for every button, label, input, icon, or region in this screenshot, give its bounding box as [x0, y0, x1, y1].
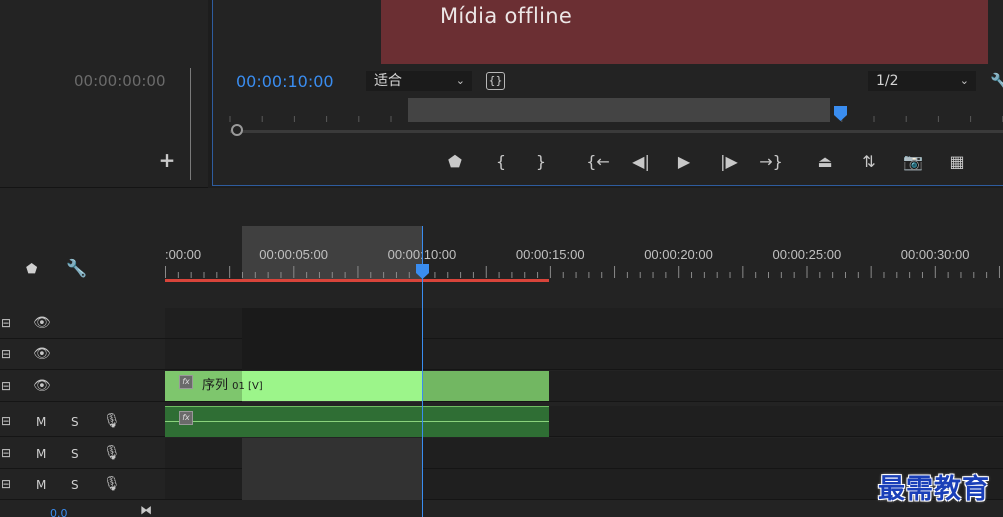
offline-media-text: Mídia offline — [440, 4, 573, 28]
program-zoom-scrollbar[interactable] — [230, 130, 1003, 133]
video-clip-work-segment — [242, 371, 423, 401]
eye-icon[interactable]: 👁 — [33, 379, 51, 393]
work-area-shade — [242, 308, 423, 339]
lift-button[interactable]: ⏏ — [812, 150, 838, 174]
mute-toggle[interactable]: M — [36, 415, 46, 429]
ruler-label: 00:00:25:00 — [773, 247, 842, 262]
chevron-down-icon: ⌄ — [455, 74, 465, 87]
audio-track-header[interactable]: ⊟ M S 🎙 — [0, 438, 165, 469]
video-track-header[interactable]: ⊟ 👁 — [0, 308, 165, 339]
zoom-handle[interactable] — [231, 124, 243, 136]
mark-in-button[interactable]: { — [488, 150, 514, 174]
track-volume-value[interactable]: 0.0 — [50, 507, 68, 517]
video-clip-suffix: 01 [V] — [232, 381, 263, 392]
track-output-icon[interactable]: ⊟ — [1, 347, 11, 361]
go-to-in-button[interactable]: {← — [585, 150, 611, 174]
mark-out-button[interactable]: } — [528, 150, 554, 174]
bowtie-icon[interactable]: ⧓ — [140, 503, 152, 517]
audio-track-header[interactable]: ⊟ M S 🎙 — [0, 406, 165, 437]
extract-button[interactable]: ⇅ — [856, 150, 882, 174]
playback-resolution-value: 1/2 — [876, 73, 899, 89]
ruler-label: :00:00 — [165, 247, 201, 262]
mute-toggle[interactable]: M — [36, 447, 46, 461]
ruler-label: 00:00:05:00 — [259, 247, 328, 262]
playback-resolution-select[interactable]: 1/2 ⌄ — [868, 71, 976, 91]
eye-icon[interactable]: 👁 — [33, 347, 51, 361]
video-clip-right-segment — [423, 371, 549, 401]
watermark: 最需教育 — [878, 474, 990, 505]
eye-icon[interactable]: 👁 — [33, 316, 51, 330]
mute-toggle[interactable]: M — [36, 478, 46, 492]
ruler-label: 00:00:20:00 — [644, 247, 713, 262]
track-output-icon[interactable]: ⊟ — [1, 316, 11, 330]
ruler-label: 00:00:15:00 — [516, 247, 585, 262]
fx-badge[interactable]: fx — [179, 375, 193, 389]
solo-toggle[interactable]: S — [71, 415, 79, 429]
solo-toggle[interactable]: S — [71, 447, 79, 461]
source-divider — [190, 68, 191, 180]
video-clip-name: 序列 — [202, 378, 229, 393]
microphone-icon[interactable]: 🎙 — [103, 414, 121, 428]
work-area-shade — [242, 339, 423, 370]
work-area-shade — [242, 469, 423, 500]
source-timecode[interactable]: 00:00:00:00 — [74, 72, 166, 90]
export-frame-button[interactable]: 📷 — [900, 150, 926, 174]
video-track-header[interactable]: ⊟ 👁 — [0, 371, 165, 402]
go-to-out-button[interactable]: →} — [758, 150, 784, 174]
microphone-icon[interactable]: 🎙 — [103, 446, 121, 460]
chevron-down-icon: ⌄ — [959, 74, 969, 87]
ruler-label: 00:00:30:00 — [901, 247, 970, 262]
wrench-icon[interactable]: 🔧 — [990, 72, 1003, 91]
step-forward-button[interactable]: |▶ — [716, 150, 742, 174]
track-output-icon[interactable]: ⊟ — [1, 379, 11, 393]
track-output-icon[interactable]: ⊟ — [1, 477, 11, 491]
zoom-fit-value: 适合 — [374, 73, 402, 89]
solo-toggle[interactable]: S — [71, 478, 79, 492]
plus-icon[interactable]: + — [158, 150, 176, 170]
play-button[interactable]: ▶ — [671, 150, 697, 174]
work-area-shade — [242, 438, 423, 469]
compare-view-button[interactable]: ▦ — [944, 150, 970, 174]
add-marker-icon[interactable]: ⬟ — [26, 262, 37, 277]
zoom-fit-select[interactable]: 适合 ⌄ — [366, 71, 472, 91]
render-bar — [165, 279, 549, 282]
audio-volume-line[interactable] — [165, 421, 549, 422]
program-in-out-range[interactable] — [408, 98, 830, 122]
video-clip-label: 序列 01 [V] — [202, 374, 263, 393]
fx-badge[interactable]: fx — [179, 411, 193, 425]
track-output-icon[interactable]: ⊟ — [1, 446, 11, 460]
video-track-header[interactable]: ⊟ 👁 — [0, 339, 165, 370]
program-timecode[interactable]: 00:00:10:00 — [236, 72, 334, 91]
track-output-icon[interactable]: ⊟ — [1, 414, 11, 428]
settings-button[interactable]: {} — [486, 72, 505, 90]
audio-track-header[interactable]: ⊟ M S 🎙 — [0, 469, 165, 500]
source-monitor-panel — [0, 0, 208, 188]
timeline-ruler[interactable]: :00:0000:00:05:0000:00:10:0000:00:15:000… — [165, 226, 1003, 282]
add-marker-button[interactable]: ⬟ — [442, 150, 468, 174]
microphone-icon[interactable]: 🎙 — [103, 477, 121, 491]
step-back-button[interactable]: ◀| — [628, 150, 654, 174]
timeline-settings-icon[interactable]: 🔧 — [66, 259, 87, 279]
